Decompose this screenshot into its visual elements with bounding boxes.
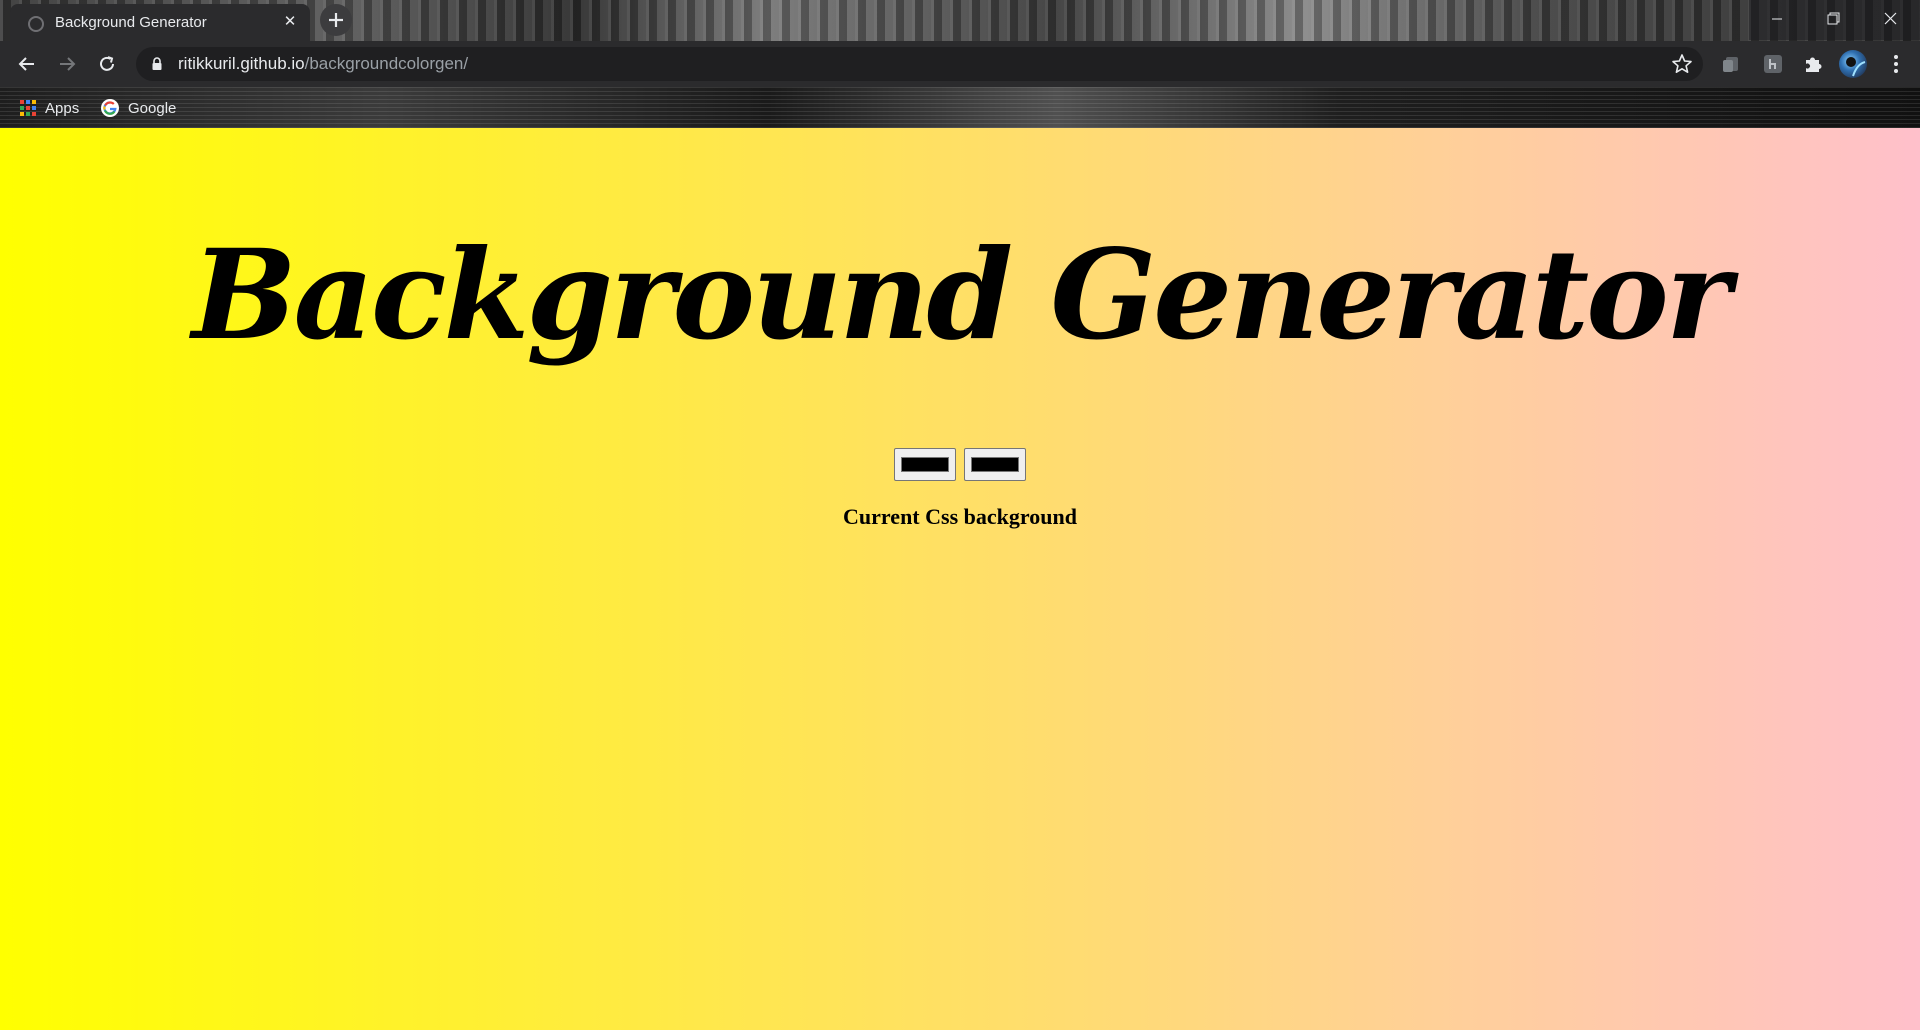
close-window-button[interactable] — [1861, 0, 1920, 40]
url-text[interactable]: ritikkuril.github.io/backgroundcolorgen/ — [178, 54, 468, 74]
extension-letter-icon — [1764, 55, 1782, 73]
bookmark-google[interactable]: Google — [100, 95, 176, 121]
tab-favicon-icon — [28, 16, 44, 32]
puzzle-piece-icon — [1806, 57, 1822, 72]
url-host: ritikkuril.github.io — [178, 54, 305, 73]
back-button[interactable] — [11, 48, 43, 80]
page-title: Background Generator — [191, 223, 1731, 368]
profile-avatar[interactable] — [1839, 50, 1867, 78]
minimize-button[interactable] — [1749, 0, 1805, 40]
browser-menu-button[interactable] — [1882, 50, 1910, 78]
color-picker-2[interactable] — [964, 448, 1027, 481]
current-css-background-label: Current Css background — [843, 504, 1077, 529]
google-icon — [101, 99, 119, 117]
avatar-image-icon — [1846, 57, 1866, 77]
lock-icon — [152, 57, 162, 70]
forward-button[interactable] — [51, 48, 83, 80]
restore-icon — [1827, 12, 1840, 25]
tab-strip: Background Generator ✕ — [0, 0, 1920, 41]
browser-window: Background Generator ✕ ritikkuril.github… — [0, 0, 1920, 1030]
bookmark-label: Google — [128, 99, 177, 117]
three-dots-vertical-icon — [1894, 55, 1898, 73]
bookmark-label: Apps — [45, 99, 80, 117]
new-tab-button[interactable] — [320, 4, 352, 36]
extensions-menu-button[interactable] — [1799, 50, 1827, 78]
bookmark-apps[interactable]: Apps — [19, 95, 79, 121]
apps-grid-icon — [20, 100, 36, 116]
minimize-icon — [1772, 18, 1782, 20]
tab-close-icon[interactable]: ✕ — [280, 12, 300, 32]
browser-toolbar: ritikkuril.github.io/backgroundcolorgen/ — [0, 41, 1920, 87]
bookmark-star-icon[interactable] — [1671, 53, 1693, 75]
back-arrow-icon — [18, 57, 34, 71]
restore-button[interactable] — [1805, 0, 1861, 40]
address-bar[interactable]: ritikkuril.github.io/backgroundcolorgen/ — [136, 47, 1703, 81]
plus-icon — [329, 13, 343, 27]
active-tab[interactable]: Background Generator ✕ — [10, 4, 310, 41]
extension-icon — [1723, 57, 1738, 72]
forward-arrow-icon — [60, 57, 76, 71]
extension-button-2[interactable] — [1759, 50, 1787, 78]
tab-title: Background Generator — [55, 14, 207, 31]
color-inputs — [0, 448, 1920, 481]
bookmarks-bar: Apps Google — [0, 87, 1920, 128]
reload-button[interactable] — [91, 48, 123, 80]
reload-icon — [100, 56, 114, 71]
url-path: /backgroundcolorgen/ — [304, 54, 469, 73]
extension-button-1[interactable] — [1718, 50, 1746, 78]
page-viewport: Background Generator Current Css backgro… — [0, 128, 1920, 1030]
close-icon — [1884, 12, 1897, 25]
color-picker-1[interactable] — [893, 448, 956, 481]
